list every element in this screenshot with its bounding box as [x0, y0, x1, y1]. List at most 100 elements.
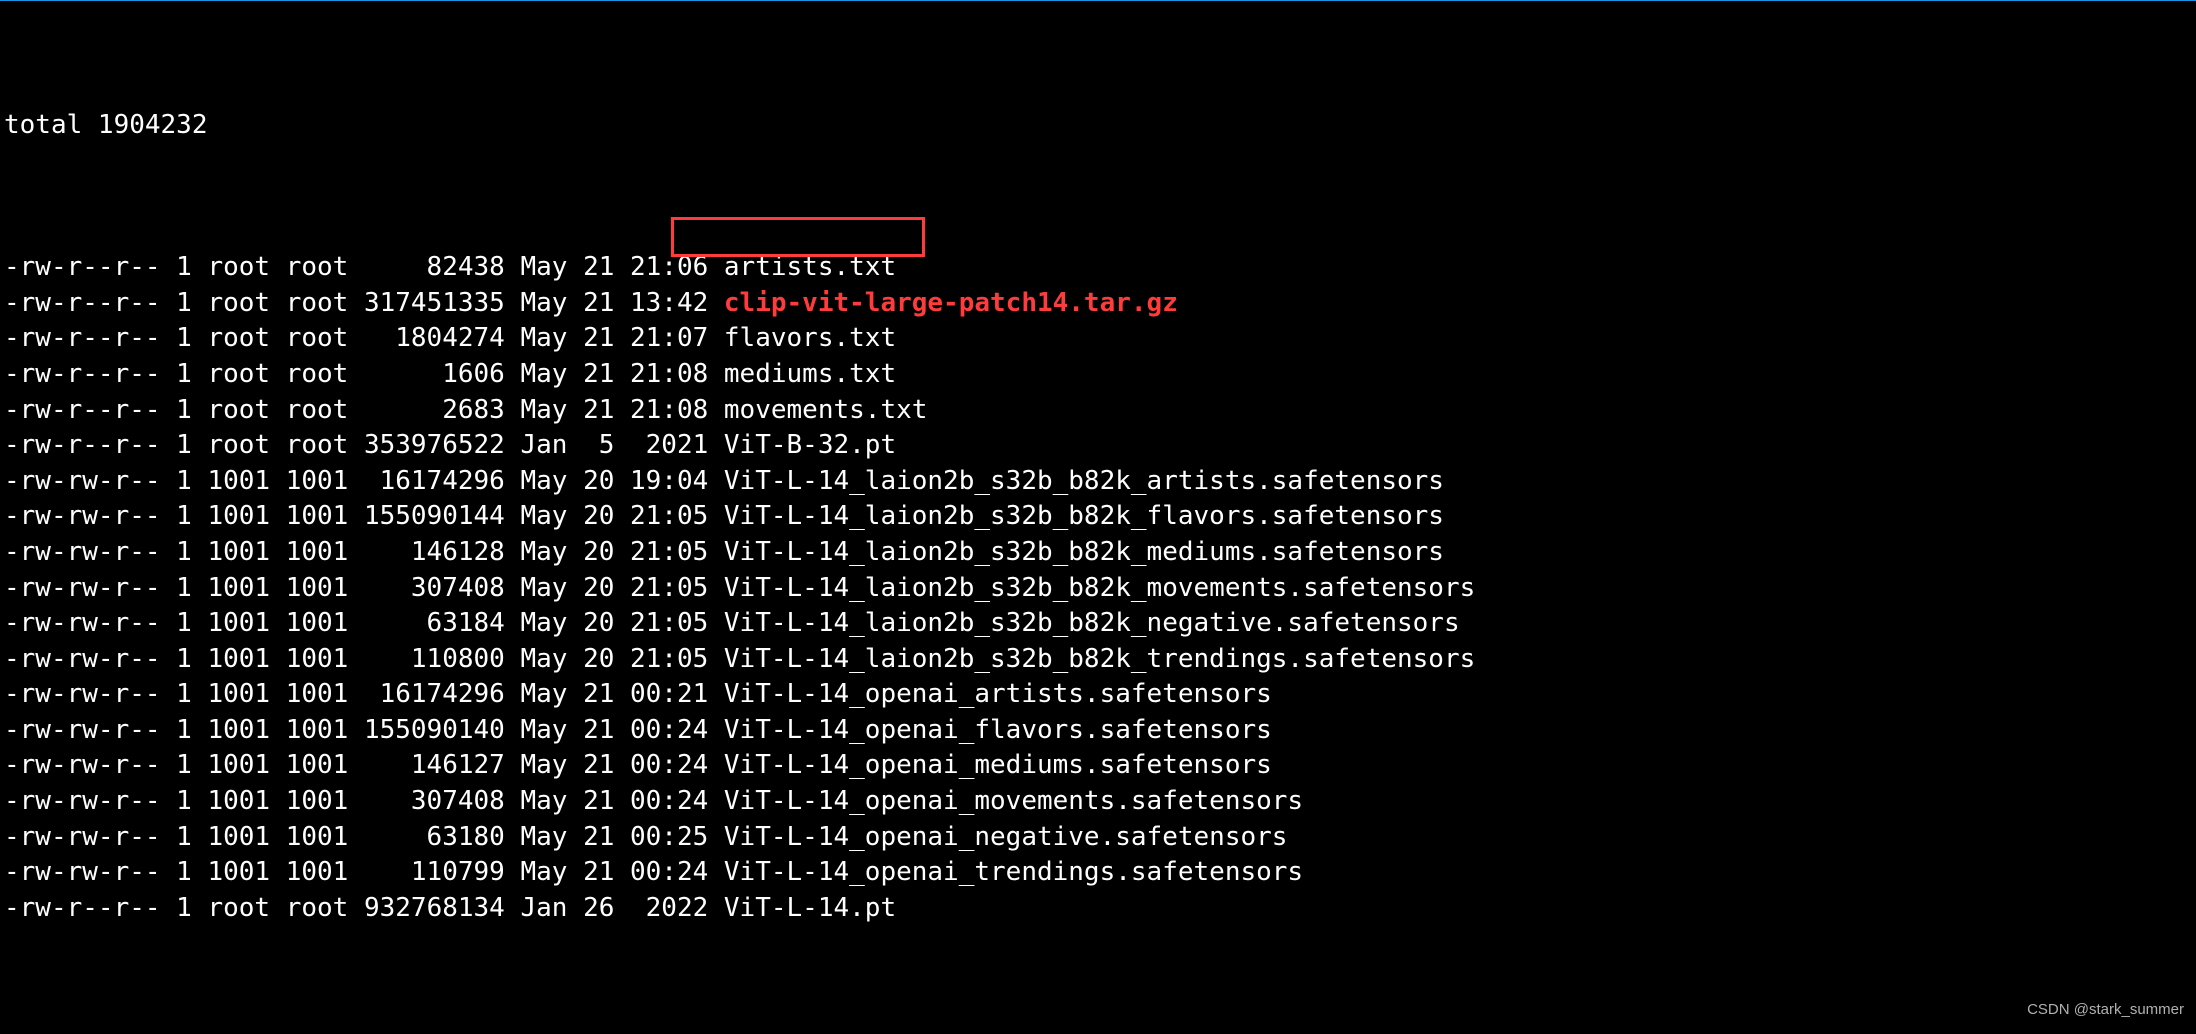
owner: 1001 — [207, 748, 270, 784]
group: root — [286, 321, 349, 357]
file-name: ViT-L-14_openai_flavors.safetensors — [724, 713, 1272, 749]
owner: 1001 — [207, 571, 270, 607]
size: 353976522 — [364, 428, 505, 464]
links: 1 — [176, 535, 192, 571]
mon: May — [520, 464, 567, 500]
file-name: movements.txt — [724, 393, 928, 429]
day: 20 — [583, 464, 614, 500]
mon: May — [520, 250, 567, 286]
links: 1 — [176, 321, 192, 357]
owner: 1001 — [207, 677, 270, 713]
file-row: -rw-r--r--1 root root 82438 May 21 21:06… — [4, 250, 2192, 286]
links: 1 — [176, 464, 192, 500]
size: 317451335 — [364, 286, 505, 322]
owner: 1001 — [207, 784, 270, 820]
day: 20 — [583, 571, 614, 607]
day: 26 — [583, 891, 614, 927]
links: 1 — [176, 428, 192, 464]
links: 1 — [176, 571, 192, 607]
day: 21 — [583, 393, 614, 429]
perms: -rw-rw-r-- — [4, 571, 176, 607]
file-row: -rw-rw-r--1 1001 1001 155090144 May 20 2… — [4, 499, 2192, 535]
time: 00:24 — [630, 713, 708, 749]
day: 21 — [583, 784, 614, 820]
perms: -rw-rw-r-- — [4, 677, 176, 713]
day: 20 — [583, 499, 614, 535]
links: 1 — [176, 357, 192, 393]
perms: -rw-rw-r-- — [4, 784, 176, 820]
mon: May — [520, 713, 567, 749]
group: 1001 — [286, 713, 349, 749]
time: 00:21 — [630, 677, 708, 713]
time: 2022 — [630, 891, 708, 927]
group: root — [286, 250, 349, 286]
mon: May — [520, 286, 567, 322]
links: 1 — [176, 855, 192, 891]
links: 1 — [176, 820, 192, 856]
owner: root — [207, 891, 270, 927]
mon: May — [520, 535, 567, 571]
group: 1001 — [286, 748, 349, 784]
day: 5 — [583, 428, 614, 464]
file-row: -rw-rw-r--1 1001 1001 155090140 May 21 0… — [4, 713, 2192, 749]
file-name: mediums.txt — [724, 357, 896, 393]
group: root — [286, 286, 349, 322]
file-row: -rw-rw-r--1 1001 1001 110800 May 20 21:0… — [4, 642, 2192, 678]
mon: May — [520, 321, 567, 357]
file-name: ViT-B-32.pt — [724, 428, 896, 464]
links: 1 — [176, 606, 192, 642]
time: 19:04 — [630, 464, 708, 500]
owner: 1001 — [207, 606, 270, 642]
file-name: flavors.txt — [724, 321, 896, 357]
perms: -rw-r--r-- — [4, 321, 176, 357]
mon: Jan — [520, 428, 567, 464]
links: 1 — [176, 713, 192, 749]
perms: -rw-rw-r-- — [4, 642, 176, 678]
links: 1 — [176, 642, 192, 678]
perms: -rw-rw-r-- — [4, 713, 176, 749]
size: 146128 — [364, 535, 505, 571]
perms: -rw-r--r-- — [4, 250, 176, 286]
size: 307408 — [364, 571, 505, 607]
owner: root — [207, 428, 270, 464]
mon: May — [520, 855, 567, 891]
day: 20 — [583, 535, 614, 571]
size: 82438 — [364, 250, 505, 286]
file-row: -rw-rw-r--1 1001 1001 307408 May 21 00:2… — [4, 784, 2192, 820]
file-row: -rw-rw-r--1 1001 1001 16174296 May 20 19… — [4, 464, 2192, 500]
group: root — [286, 393, 349, 429]
file-row: -rw-r--r--1 root root 2683 May 21 21:08 … — [4, 393, 2192, 429]
time: 21:05 — [630, 499, 708, 535]
file-name: ViT-L-14_laion2b_s32b_b82k_flavors.safet… — [724, 499, 1444, 535]
time: 21:07 — [630, 321, 708, 357]
perms: -rw-rw-r-- — [4, 855, 176, 891]
owner: root — [207, 250, 270, 286]
time: 21:08 — [630, 393, 708, 429]
day: 21 — [583, 286, 614, 322]
terminal-output[interactable]: total 1904232 -rw-r--r--1 root root 8243… — [0, 1, 2196, 1034]
file-listing: -rw-r--r--1 root root 82438 May 21 21:06… — [4, 250, 2192, 926]
links: 1 — [176, 748, 192, 784]
time: 2021 — [630, 428, 708, 464]
file-row: -rw-rw-r--1 1001 1001 146128 May 20 21:0… — [4, 535, 2192, 571]
file-name: clip-vit-large-patch14.tar.gz — [724, 286, 1178, 322]
size: 307408 — [364, 784, 505, 820]
group: 1001 — [286, 464, 349, 500]
size: 2683 — [364, 393, 505, 429]
size: 63184 — [364, 606, 505, 642]
links: 1 — [176, 677, 192, 713]
perms: -rw-r--r-- — [4, 428, 176, 464]
group: 1001 — [286, 855, 349, 891]
size: 155090140 — [364, 713, 505, 749]
size: 16174296 — [364, 464, 505, 500]
mon: May — [520, 357, 567, 393]
file-row: -rw-rw-r--1 1001 1001 110799 May 21 00:2… — [4, 855, 2192, 891]
day: 21 — [583, 357, 614, 393]
size: 63180 — [364, 820, 505, 856]
file-name: artists.txt — [724, 250, 896, 286]
file-row: -rw-rw-r--1 1001 1001 16174296 May 21 00… — [4, 677, 2192, 713]
file-row: -rw-rw-r--1 1001 1001 146127 May 21 00:2… — [4, 748, 2192, 784]
time: 21:08 — [630, 357, 708, 393]
watermark-text: CSDN @stark_summer — [2027, 992, 2184, 1028]
file-row: -rw-rw-r--1 1001 1001 63180 May 21 00:25… — [4, 820, 2192, 856]
